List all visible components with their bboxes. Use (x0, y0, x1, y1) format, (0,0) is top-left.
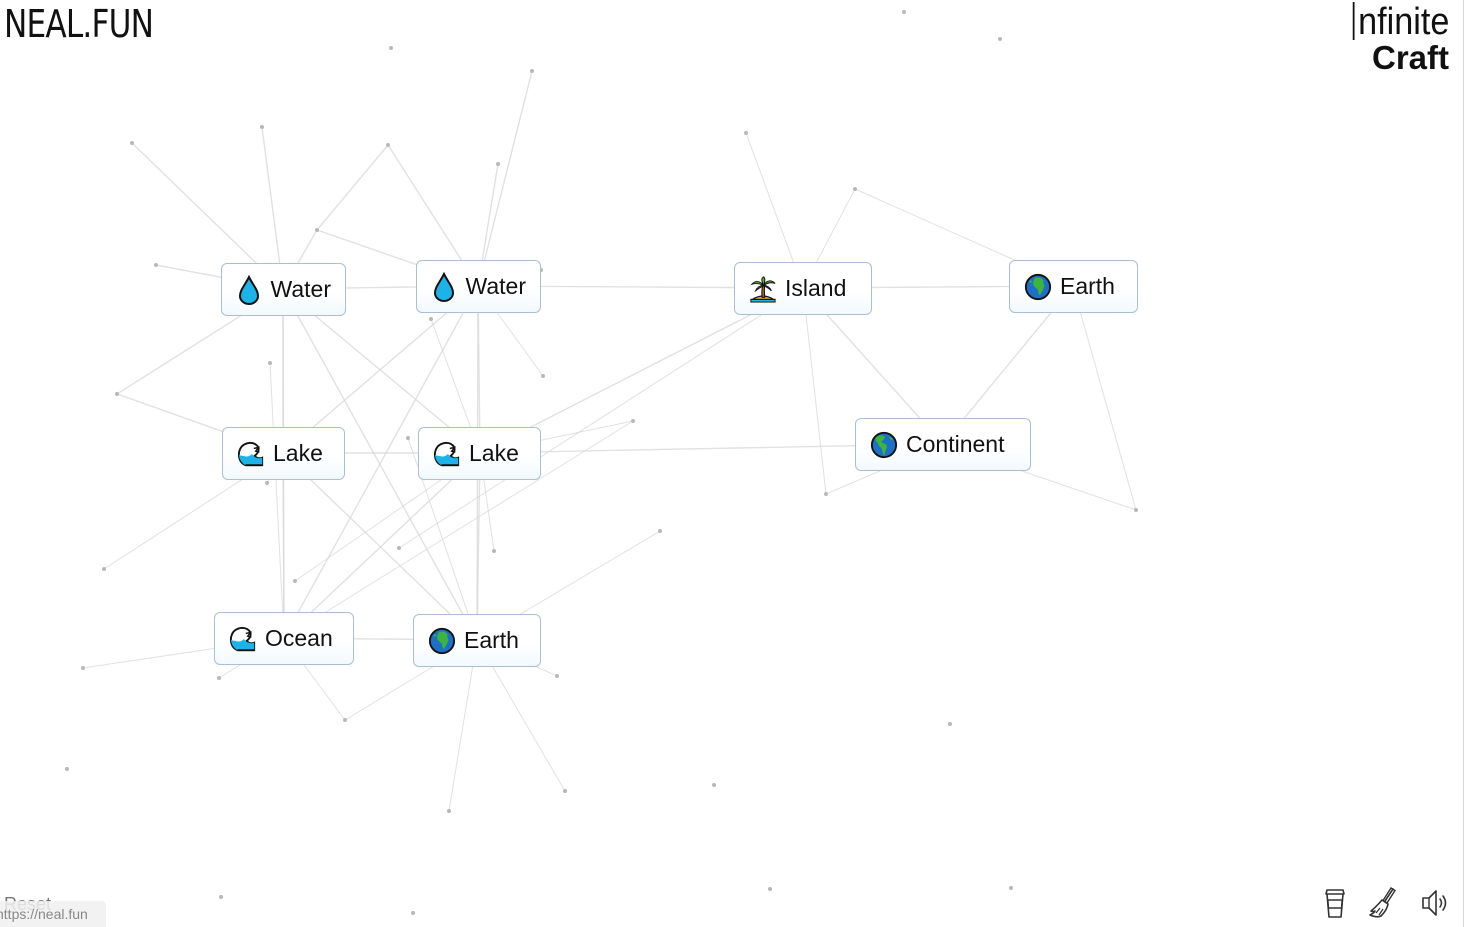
floating-dot (768, 887, 772, 891)
globe-africa-icon (1024, 272, 1052, 302)
floating-dot (492, 549, 496, 553)
connection-line (477, 70, 533, 287)
floating-dot (1009, 886, 1013, 890)
game-title-line1: nfinite (1352, 2, 1449, 42)
floating-dot (265, 481, 269, 485)
floating-dot (1134, 508, 1138, 512)
floating-dot (429, 317, 433, 321)
element-water[interactable]: Water (416, 260, 541, 313)
connection-line (283, 452, 481, 639)
element-earth[interactable]: Earth (1009, 260, 1138, 313)
water-drop-icon (431, 271, 458, 302)
floating-dot (496, 162, 500, 166)
connection-network (65, 10, 1138, 915)
floating-dot (853, 187, 857, 191)
sidebar-divider (1463, 0, 1464, 927)
connection-line (282, 452, 285, 639)
floating-dot (658, 529, 662, 533)
title-i-bar (1352, 2, 1355, 40)
floating-dot (293, 579, 297, 583)
floating-dot (343, 718, 347, 722)
floating-dot (563, 789, 567, 793)
site-logo[interactable]: NEAL.FUN (4, 2, 154, 46)
floating-dot (81, 666, 85, 670)
craft-canvas[interactable]: NEAL.FUN nfinite Craft Water Water Islan… (0, 0, 1465, 927)
coffee-cup-icon (1325, 889, 1345, 918)
element-label: Ocean (265, 625, 333, 651)
element-lake[interactable]: Lake (222, 427, 345, 480)
element-earth[interactable]: Earth (413, 614, 541, 667)
floating-dot (268, 361, 272, 365)
floating-dot (315, 228, 319, 232)
floating-dot (411, 911, 415, 915)
connection-line (316, 144, 389, 231)
sound-toggle-button[interactable] (1418, 886, 1452, 920)
connection-line (269, 362, 285, 639)
floating-dot (406, 436, 410, 440)
floating-dot (260, 125, 264, 129)
element-label: Water (465, 273, 527, 299)
element-label: Water (270, 276, 332, 302)
floating-dot (712, 783, 716, 787)
floating-dot (555, 674, 559, 678)
floating-dot (541, 374, 545, 378)
floating-dot (447, 809, 451, 813)
donate-button[interactable] (1318, 886, 1352, 920)
floating-dot (631, 419, 635, 423)
floating-dot (102, 567, 106, 571)
floating-dot (65, 767, 69, 771)
globe-americas-icon (870, 430, 898, 460)
floating-dot (115, 392, 119, 396)
floating-dot (397, 546, 401, 550)
floating-dot (219, 895, 223, 899)
element-lake[interactable]: Lake (418, 427, 541, 480)
element-label: Lake (273, 440, 323, 466)
clear-canvas-button[interactable] (1366, 886, 1400, 920)
element-label: Earth (464, 627, 519, 653)
floating-dot (389, 46, 393, 50)
connection-line (476, 452, 481, 641)
floating-dot (154, 263, 158, 267)
floating-dot (130, 141, 134, 145)
water-wave-icon (237, 439, 265, 469)
status-bar-url: https://neal.fun (0, 901, 106, 927)
floating-dot (744, 131, 748, 135)
element-continent[interactable]: Continent (855, 418, 1031, 471)
element-water[interactable]: Water (221, 263, 346, 316)
connection-line (398, 287, 804, 549)
game-title: nfinite Craft (1342, 2, 1449, 74)
broom-icon (1369, 887, 1396, 918)
floating-dot (998, 37, 1002, 41)
floating-dot (217, 676, 221, 680)
element-label: Island (785, 275, 847, 301)
element-label: Lake (469, 440, 519, 466)
game-title-line2: Craft (1371, 39, 1449, 76)
globe-africa-icon (428, 626, 456, 656)
element-ocean[interactable]: Ocean (214, 612, 354, 665)
floating-dot (386, 143, 390, 147)
desert-island-icon (749, 274, 777, 304)
floating-dot (902, 10, 906, 14)
connection-line (1072, 285, 1137, 511)
floating-dot (824, 492, 828, 496)
element-label: Earth (1060, 273, 1115, 299)
floating-dot (530, 69, 534, 73)
floating-dot (948, 722, 952, 726)
water-drop-icon (236, 274, 263, 305)
water-wave-icon (433, 439, 461, 469)
element-island[interactable]: Island (734, 262, 872, 315)
connection-line (802, 287, 827, 495)
element-label: Continent (906, 431, 1005, 457)
water-wave-icon (229, 624, 257, 654)
speaker-icon (1422, 890, 1447, 916)
